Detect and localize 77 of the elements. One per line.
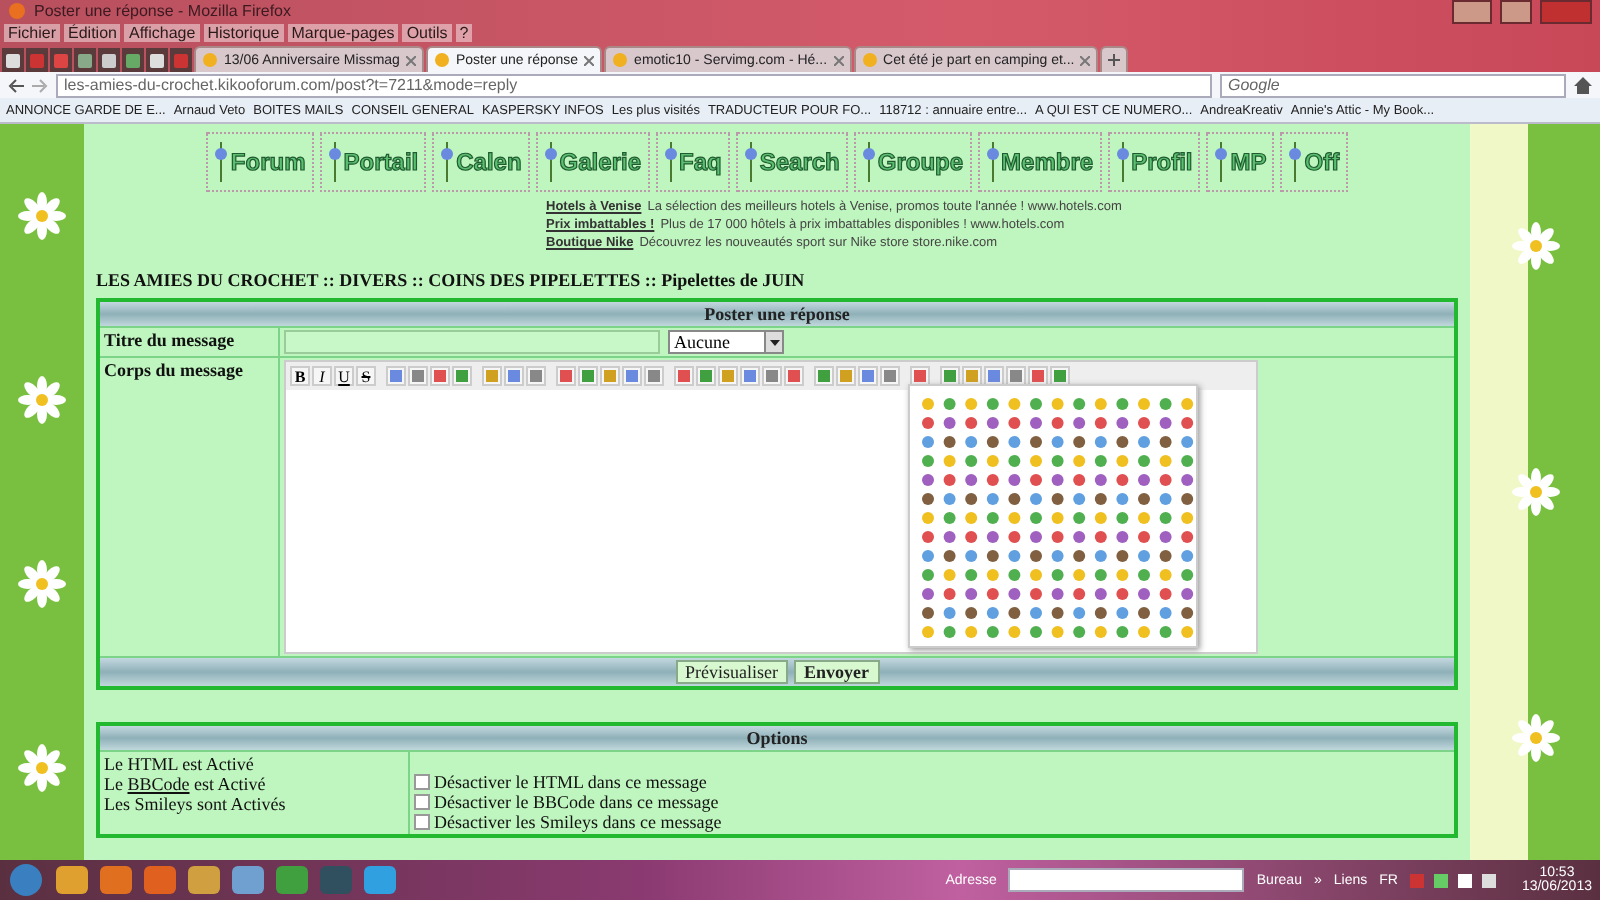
- daisy-drawing: [18, 192, 66, 240]
- pinned-tab[interactable]: [2, 48, 24, 72]
- square-icon: [174, 53, 188, 67]
- menu-item[interactable]: Édition: [64, 24, 121, 42]
- daisy-drawing: [18, 560, 66, 608]
- menu-item[interactable]: Marque-pages: [287, 24, 399, 42]
- status-text: Le BBCode est Activé: [104, 774, 268, 794]
- menu-item[interactable]: Affichage: [124, 24, 200, 42]
- taskbar-app-icon[interactable]: [188, 866, 220, 894]
- pinned-tab[interactable]: [98, 48, 120, 72]
- address-field[interactable]: les-amies-du-crochet.kikooforum.com/post?t=7211&mode=reply: [56, 73, 1212, 97]
- checkbox[interactable]: [414, 794, 430, 810]
- forward-arrow-icon[interactable]: [32, 77, 48, 93]
- menu-item[interactable]: Historique: [203, 24, 284, 42]
- daisy-drawing: [1511, 222, 1559, 271]
- taskbar-app-icon[interactable]: [232, 866, 264, 894]
- panel-header: Poster une réponse: [100, 302, 1454, 326]
- option-checkbox[interactable]: Désactiver le HTML dans ce message: [414, 772, 1450, 792]
- format-button[interactable]: I: [312, 366, 332, 386]
- window-title: Poster une réponse - Mozilla Firefox: [34, 2, 291, 20]
- taskbar-address-field[interactable]: [1008, 868, 1245, 892]
- tool-icon: [914, 370, 926, 382]
- home-icon[interactable]: [1574, 76, 1592, 94]
- option-checkbox[interactable]: Désactiver le BBCode dans ce message: [414, 792, 1450, 812]
- square-icon: [30, 53, 44, 67]
- close-button[interactable]: [1540, 0, 1592, 23]
- form-button[interactable]: Envoyer: [794, 660, 879, 684]
- daisy-drawing: [18, 376, 66, 424]
- form-button[interactable]: Prévisualiser: [675, 660, 788, 684]
- square-icon: [78, 53, 92, 67]
- field-label: Titre du message: [100, 328, 280, 356]
- pinned-tab[interactable]: [122, 48, 144, 72]
- new-tab-button[interactable]: [1100, 46, 1129, 72]
- square-icon: [6, 53, 20, 67]
- close-icon[interactable]: [1080, 55, 1091, 65]
- taskbar-app-icon[interactable]: [364, 866, 396, 894]
- taskbar-app-icon[interactable]: [56, 866, 88, 894]
- start-orb-icon[interactable]: [8, 862, 44, 898]
- back-arrow-icon[interactable]: [8, 77, 24, 93]
- format-button[interactable]: U: [334, 366, 354, 386]
- daisy-drawing: [18, 744, 66, 792]
- maximize-button[interactable]: [1500, 0, 1532, 23]
- square-icon: [102, 53, 116, 67]
- panel-header: Options: [100, 726, 1454, 750]
- status-text: Le HTML est Activé: [104, 754, 256, 774]
- plus-icon: [1108, 54, 1121, 66]
- message-editor[interactable]: B I U S: [284, 360, 1258, 654]
- close-icon[interactable]: [833, 55, 844, 65]
- taskbar-app-icon[interactable]: [144, 866, 176, 894]
- daisy-drawing: [1511, 713, 1559, 762]
- close-icon[interactable]: [584, 55, 595, 65]
- pinned-tab[interactable]: [74, 48, 96, 72]
- caret-icon: [769, 339, 779, 345]
- daisy-drawing: [1511, 467, 1559, 516]
- icon-select[interactable]: Aucune: [668, 330, 784, 354]
- format-button[interactable]: S: [356, 366, 376, 386]
- format-button[interactable]: B: [290, 366, 310, 386]
- minimize-button[interactable]: [1452, 0, 1492, 23]
- breadcrumb: LES AMIES DU CROCHET :: DIVERS :: COINS DES PIPELETTES :: Pipelettes de JUIN: [96, 270, 807, 290]
- status-text: Les Smileys sont Activés: [104, 794, 288, 814]
- square-icon: [54, 53, 68, 67]
- search-field[interactable]: Google: [1220, 73, 1566, 97]
- subject-input[interactable]: [284, 330, 660, 354]
- menu-item[interactable]: Fichier: [4, 24, 61, 42]
- option-checkbox[interactable]: Désactiver les Smileys dans ce message: [414, 812, 1450, 832]
- menu-item[interactable]: Outils: [402, 24, 452, 42]
- taskbar-app-icon[interactable]: [276, 866, 308, 894]
- browser-logo-icon: [8, 2, 26, 20]
- close-icon[interactable]: [405, 55, 416, 65]
- bbcode-link[interactable]: BBCode: [127, 774, 190, 794]
- menu-item[interactable]: ?: [455, 24, 473, 42]
- square-icon: [126, 53, 140, 67]
- checkbox[interactable]: [414, 814, 430, 830]
- pinned-tab[interactable]: [146, 48, 168, 72]
- taskbar-app-icon[interactable]: [100, 866, 132, 894]
- checkbox[interactable]: [414, 774, 430, 790]
- square-icon: [150, 53, 164, 67]
